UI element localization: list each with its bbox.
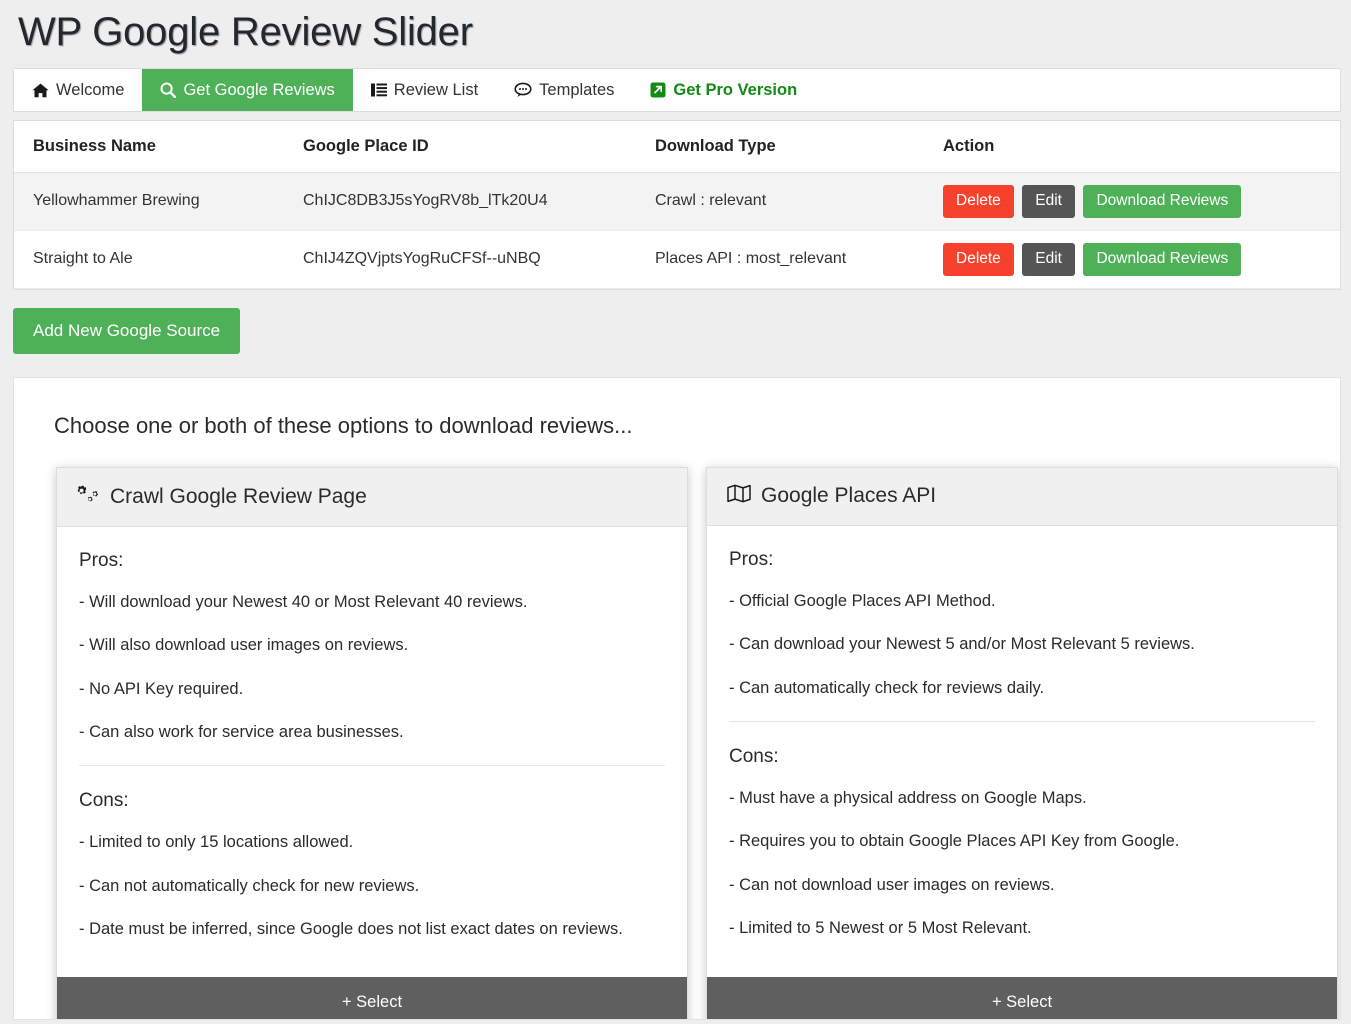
card-body: Pros: - Will download your Newest 40 or … [57,527,687,977]
list-icon [371,83,387,97]
comment-icon [514,82,532,98]
cons-item: - Date must be inferred, since Google do… [79,919,665,940]
table-row: Straight to Ale ChIJ4ZQVjptsYogRuCFSf--u… [14,230,1340,288]
search-icon [160,82,176,98]
section-divider [729,721,1315,722]
column-header-action: Action [943,121,1340,173]
column-header-download-type: Download Type [655,121,943,173]
edit-button[interactable]: Edit [1022,243,1075,276]
tab-label: Welcome [56,81,124,100]
cell-download-type: Crawl : relevant [655,173,943,231]
cell-business-name: Yellowhammer Brewing [14,173,303,231]
select-places-api-button[interactable]: + Select [707,977,1337,1020]
pros-item: - No API Key required. [79,679,665,700]
tab-get-google-reviews[interactable]: Get Google Reviews [142,69,352,111]
edit-button[interactable]: Edit [1022,185,1075,218]
sources-table-container: Business Name Google Place ID Download T… [13,120,1341,290]
cons-item: - Limited to only 15 locations allowed. [79,832,665,853]
cell-place-id: ChIJ4ZQVjptsYogRuCFSf--uNBQ [303,230,655,288]
cell-place-id: ChIJC8DB3J5sYogRV8b_lTk20U4 [303,173,655,231]
tab-label: Review List [394,81,478,100]
options-heading: Choose one or both of these options to d… [14,378,1340,439]
pros-item: - Can automatically check for reviews da… [729,678,1315,699]
pros-item: - Will download your Newest 40 or Most R… [79,592,665,613]
page-title: WP Google Review Slider [0,0,1351,56]
table-header-row: Business Name Google Place ID Download T… [14,121,1340,173]
tab-templates[interactable]: Templates [496,69,632,111]
cons-item: - Can not download user images on review… [729,875,1315,896]
option-card-places-api[interactable]: Google Places API Pros: - Official Googl… [706,467,1338,1020]
sources-table: Business Name Google Place ID Download T… [14,121,1340,289]
card-header: Crawl Google Review Page [57,468,687,527]
select-crawl-button[interactable]: + Select [57,977,687,1020]
column-header-google-place-id: Google Place ID [303,121,655,173]
add-new-google-source-button[interactable]: Add New Google Source [13,308,240,354]
tab-label: Get Pro Version [673,81,797,100]
download-options-panel: Choose one or both of these options to d… [13,377,1341,1020]
section-divider [79,765,665,766]
options-cards: Crawl Google Review Page Pros: - Will do… [14,439,1340,1020]
column-header-business-name: Business Name [14,121,303,173]
delete-button[interactable]: Delete [943,185,1014,218]
cogs-icon [77,484,100,510]
download-reviews-button[interactable]: Download Reviews [1083,185,1241,218]
option-card-crawl[interactable]: Crawl Google Review Page Pros: - Will do… [56,467,688,1020]
delete-button[interactable]: Delete [943,243,1014,276]
tab-bar: Welcome Get Google Reviews [13,68,1341,112]
cons-item: - Requires you to obtain Google Places A… [729,831,1315,852]
card-header: Google Places API [707,468,1337,526]
card-title: Crawl Google Review Page [110,485,367,509]
pros-title: Pros: [729,549,1315,571]
cons-item: - Must have a physical address on Google… [729,788,1315,809]
tab-label: Templates [539,81,614,100]
tab-review-list[interactable]: Review List [353,69,496,111]
external-link-icon [650,82,666,98]
table-body: Yellowhammer Brewing ChIJC8DB3J5sYogRV8b… [14,173,1340,289]
cons-title: Cons: [79,790,665,812]
cell-download-type: Places API : most_relevant [655,230,943,288]
pros-item: - Official Google Places API Method. [729,591,1315,612]
pros-item: - Will also download user images on revi… [79,635,665,656]
pros-title: Pros: [79,550,665,572]
tab-get-pro-version[interactable]: Get Pro Version [632,69,815,111]
map-icon [727,484,751,509]
add-source-row: Add New Google Source [0,290,1351,354]
pros-item: - Can download your Newest 5 and/or Most… [729,634,1315,655]
pros-item: - Can also work for service area busines… [79,722,665,743]
tab-welcome[interactable]: Welcome [14,69,142,111]
card-title: Google Places API [761,484,936,508]
cons-item: - Limited to 5 Newest or 5 Most Relevant… [729,918,1315,939]
home-icon [32,83,49,98]
cell-business-name: Straight to Ale [14,230,303,288]
cons-title: Cons: [729,746,1315,768]
table-head: Business Name Google Place ID Download T… [14,121,1340,173]
table-row: Yellowhammer Brewing ChIJC8DB3J5sYogRV8b… [14,173,1340,231]
cell-actions: Delete Edit Download Reviews [943,173,1340,231]
download-reviews-button[interactable]: Download Reviews [1083,243,1241,276]
tab-label: Get Google Reviews [183,81,334,100]
cell-actions: Delete Edit Download Reviews [943,230,1340,288]
card-body: Pros: - Official Google Places API Metho… [707,526,1337,977]
cons-item: - Can not automatically check for new re… [79,876,665,897]
plugin-admin-page: WP Google Review Slider Welcome Get Goog… [0,0,1351,1024]
